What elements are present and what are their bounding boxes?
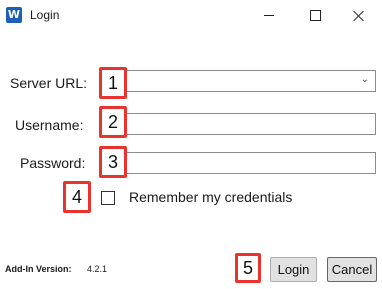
remember-checkbox[interactable]: [101, 191, 115, 205]
login-button[interactable]: Login: [270, 257, 317, 282]
title-bar: W Login: [0, 0, 382, 31]
username-field[interactable]: [100, 113, 376, 135]
word-icon: W: [6, 7, 25, 23]
annotation-badge-2: 2: [99, 106, 127, 138]
password-input[interactable]: [101, 153, 375, 173]
maximize-button[interactable]: [292, 0, 338, 31]
password-label: Password:: [20, 155, 86, 171]
minimize-icon: [264, 15, 274, 16]
close-icon: [353, 10, 365, 22]
annotation-badge-1: 1: [99, 67, 127, 99]
remember-label[interactable]: Remember my credentials: [129, 189, 292, 205]
server-url-input[interactable]: [101, 71, 375, 91]
version-value: 4.2.1: [87, 264, 108, 274]
minimize-button[interactable]: [246, 0, 292, 31]
annotation-badge-4: 4: [63, 181, 91, 213]
annotation-badge-5: 5: [235, 253, 261, 283]
annotation-badge-3: 3: [99, 146, 127, 178]
username-label: Username:: [15, 117, 84, 133]
chevron-down-icon[interactable]: ⌄: [361, 74, 369, 85]
close-button[interactable]: [336, 0, 382, 31]
cancel-button[interactable]: Cancel: [327, 257, 377, 282]
maximize-icon: [309, 10, 321, 21]
window-title: Login: [30, 8, 60, 22]
username-input[interactable]: [101, 114, 375, 134]
password-field[interactable]: [100, 152, 376, 174]
version-label: Add-In Version:: [5, 264, 72, 274]
server-url-label: Server URL:: [10, 75, 88, 91]
server-url-dropdown[interactable]: ⌄: [100, 70, 376, 92]
